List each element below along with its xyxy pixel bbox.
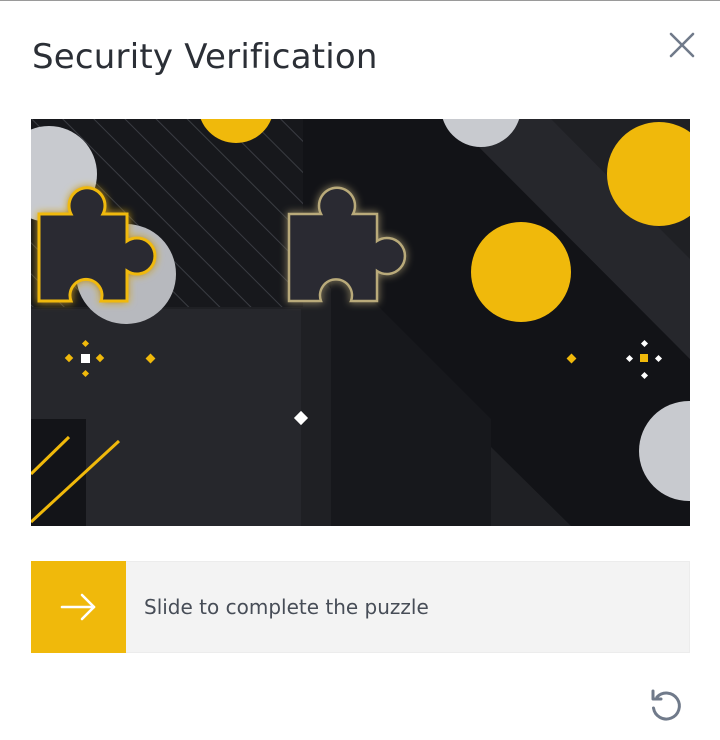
puzzle-image xyxy=(31,119,690,526)
close-button[interactable] xyxy=(666,29,698,61)
slider-handle[interactable] xyxy=(31,561,126,653)
slider-label: Slide to complete the puzzle xyxy=(144,595,429,619)
refresh-button[interactable] xyxy=(646,686,686,726)
puzzle-background-image xyxy=(31,119,690,526)
refresh-icon xyxy=(651,689,681,721)
arrow-right-icon xyxy=(60,593,95,621)
dialog-title: Security Verification xyxy=(32,37,378,77)
security-verification-dialog: Security Verification Slide to complete … xyxy=(0,0,720,740)
close-icon xyxy=(669,32,695,58)
slider-track[interactable]: Slide to complete the puzzle xyxy=(31,561,690,653)
